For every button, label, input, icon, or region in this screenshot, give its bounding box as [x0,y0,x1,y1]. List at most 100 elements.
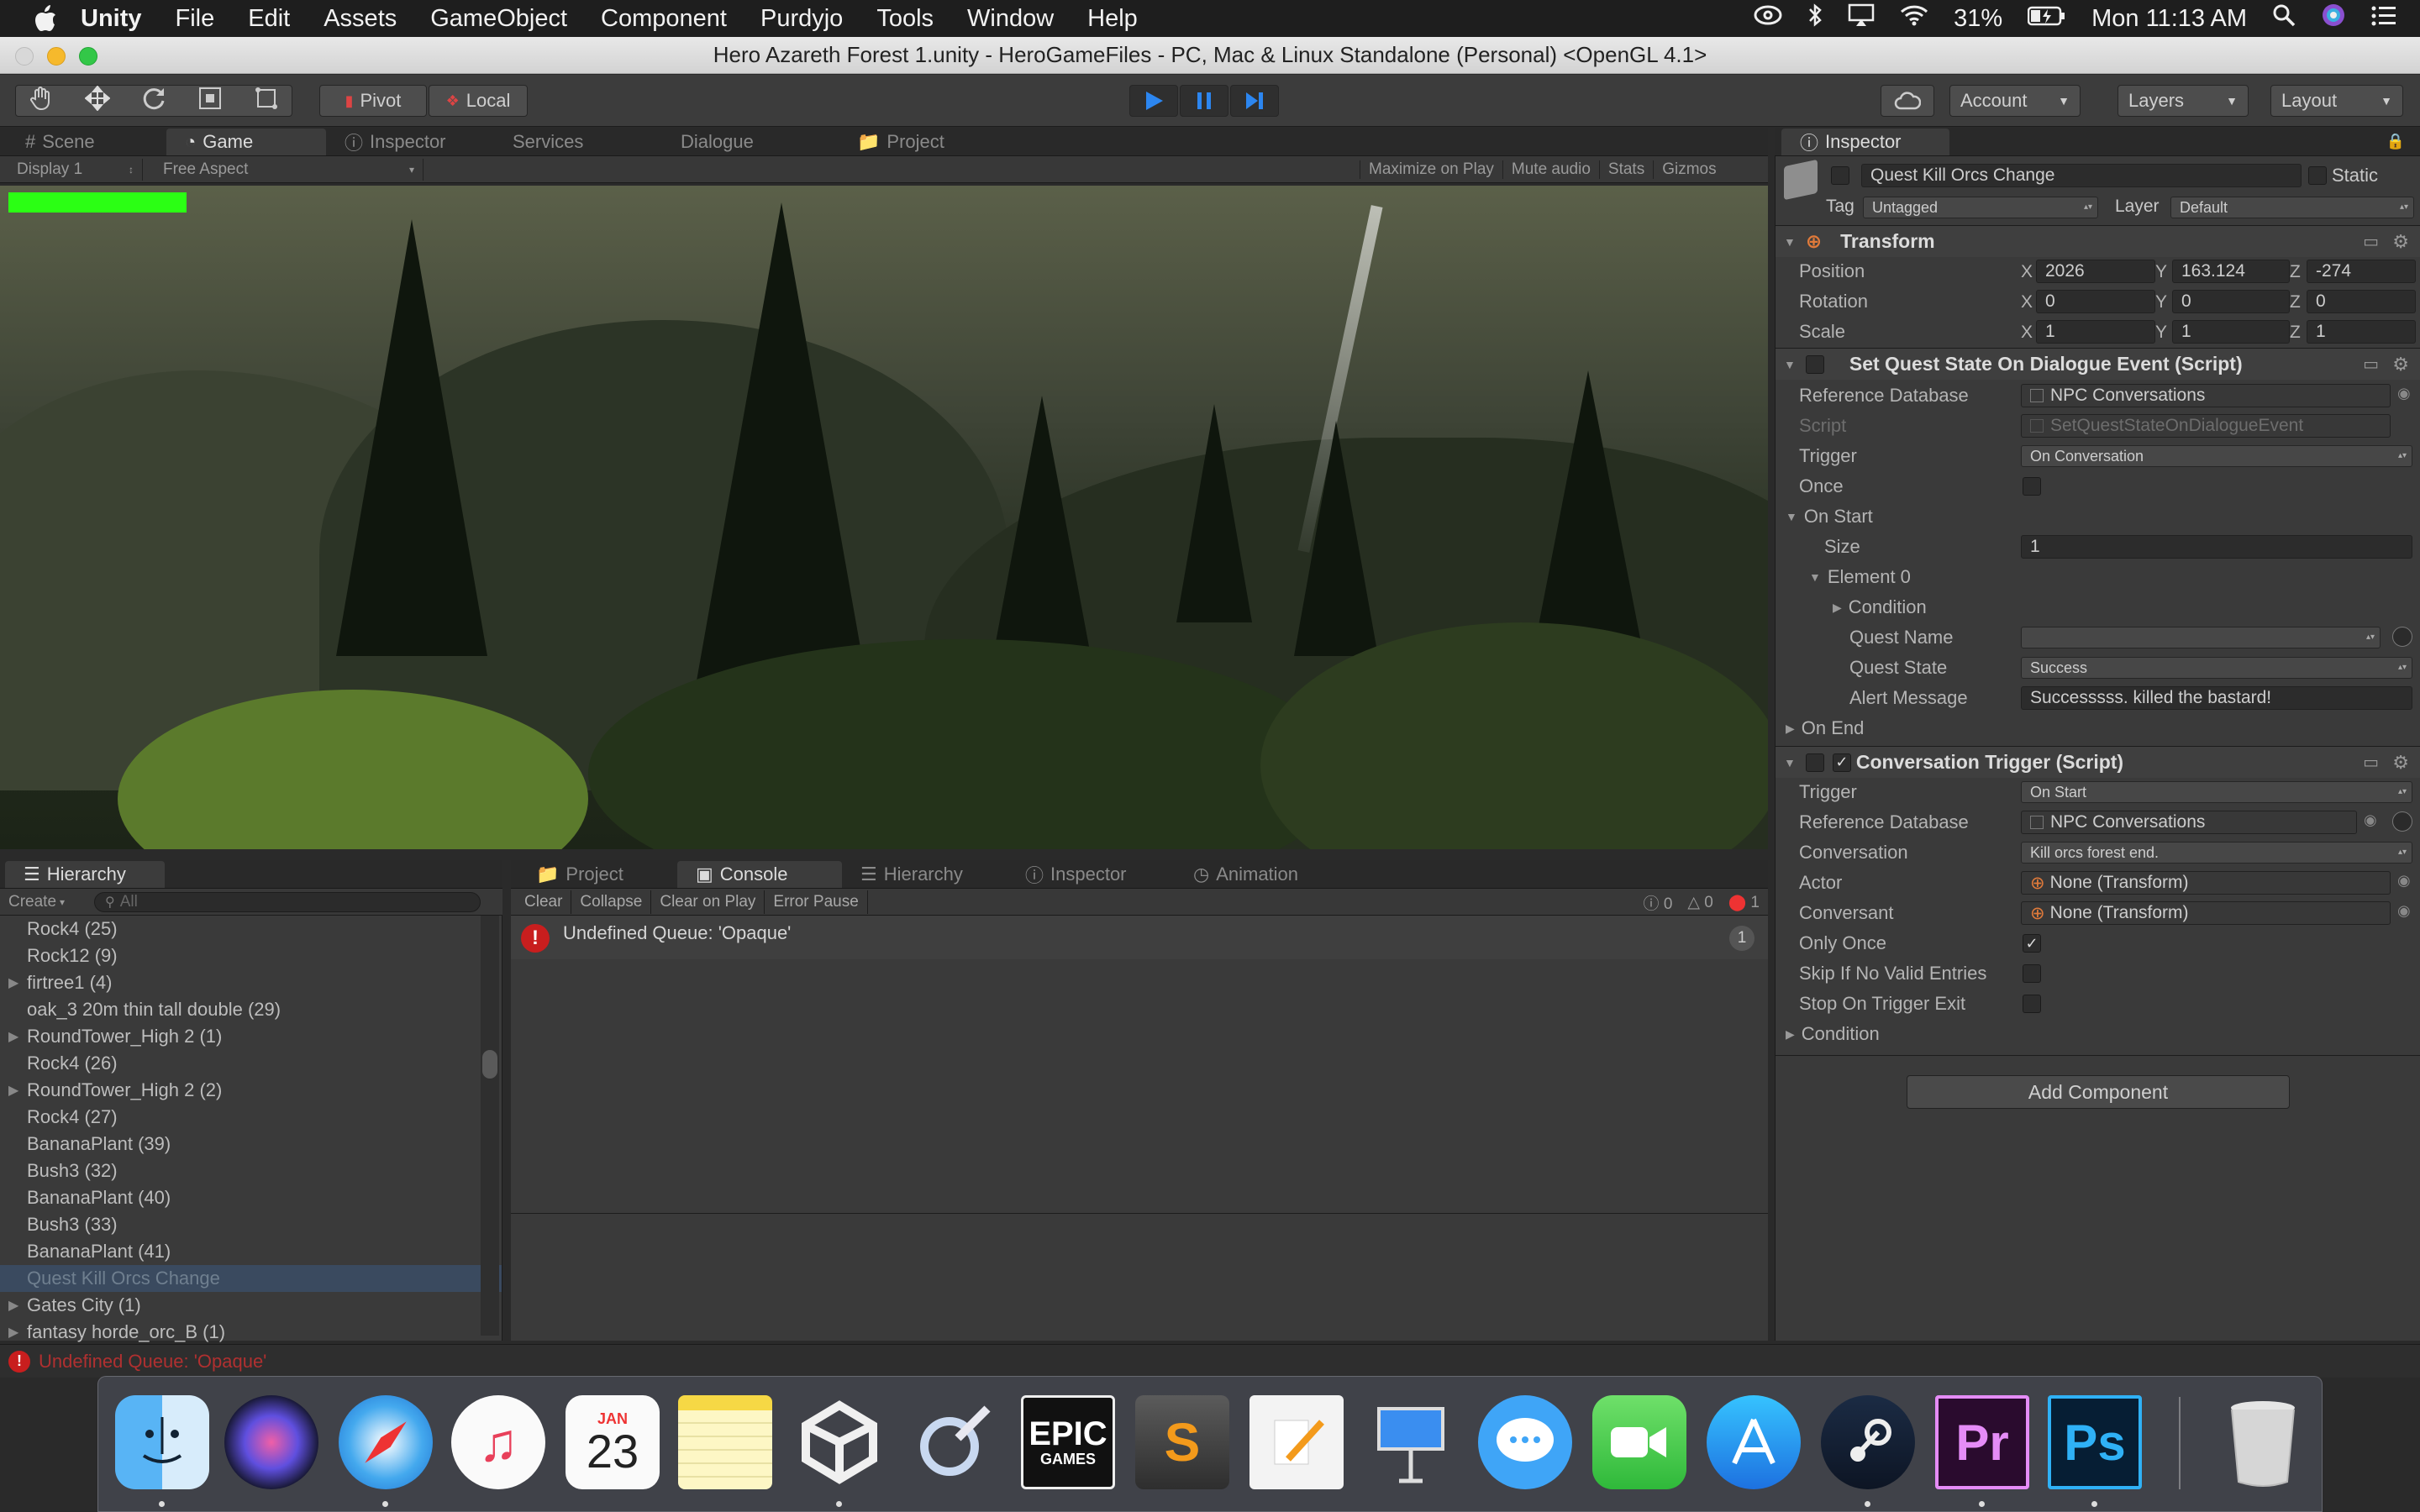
tab-inspector[interactable]: ⓘ Inspector [326,129,494,155]
keynote-icon[interactable] [1364,1395,1458,1489]
scrollbar-thumb[interactable] [482,1050,497,1079]
enabled-checkbox[interactable]: ✓ [1832,753,1851,772]
stop-on-trigger-exit-checkbox[interactable] [2023,995,2041,1013]
ct-trigger-dropdown[interactable]: On Start [2021,781,2412,803]
expand-arrow-icon[interactable]: ▶ [8,1082,18,1099]
foldout-arrow-right-icon[interactable]: ▶ [1786,1027,1795,1042]
menu-purdyjo[interactable]: Purdyjo [760,5,843,33]
set-quest-state-header[interactable]: ▼ Set Quest State On Dialogue Event (Scr… [1776,348,2420,380]
unity-app-icon[interactable] [792,1395,886,1489]
rotation-x-field[interactable]: 0 [2036,290,2155,313]
list-item[interactable]: Bush3 (32) [0,1158,502,1184]
on-start-foldout[interactable]: ▼ On Start [1786,502,1873,531]
scale-x-field[interactable]: 1 [2036,320,2155,344]
expand-arrow-icon[interactable]: ▶ [8,1297,18,1314]
list-item[interactable]: Bush3 (33) [0,1211,502,1238]
rotation-z-field[interactable]: 0 [2307,290,2416,313]
actor-field[interactable]: ⊕ None (Transform) [2021,871,2391,895]
only-once-checkbox[interactable]: ✓ [2023,934,2041,953]
messages-icon[interactable] [1478,1395,1572,1489]
list-item[interactable]: Rock4 (25) [0,916,502,942]
object-picker-icon[interactable]: ◉ [2397,385,2411,402]
log-toggle[interactable]: ⓘ 0 [1644,891,1673,914]
position-y-field[interactable]: 163.124 [2172,260,2290,283]
list-item[interactable]: ▶ RoundTower_High 2 (2) [0,1077,502,1104]
layout-dropdown[interactable]: Layout ▼ [2270,85,2403,117]
hierarchy-search-input[interactable]: ⚲ All [94,892,481,912]
quest-state-dropdown[interactable]: Success [2021,657,2412,679]
battery-charging-icon[interactable] [2027,5,2066,33]
object-name-field[interactable]: Quest Kill Orcs Change [1861,164,2302,187]
play-button[interactable] [1129,85,1178,117]
hand-tool-icon[interactable] [29,86,54,116]
airplay-icon[interactable] [1848,3,1875,34]
object-picker-icon[interactable]: ◉ [2364,811,2377,829]
object-picker-icon[interactable]: ◉ [2397,902,2411,920]
spotlight-search-icon[interactable] [2272,3,2296,34]
menu-file[interactable]: File [176,5,215,33]
app-store-icon[interactable] [1707,1395,1801,1489]
list-item[interactable]: BananaPlant (39) [0,1131,502,1158]
local-toggle[interactable]: ❖ Local [429,85,528,117]
list-item[interactable]: Rock4 (27) [0,1104,502,1131]
element-0-foldout[interactable]: ▼ Element 0 [1809,563,1911,591]
tab-inspector-main[interactable]: ⓘ Inspector [1781,129,1949,155]
menu-unity[interactable]: Unity [81,5,142,33]
foldout-arrow-right-icon[interactable]: ▶ [1833,601,1842,615]
calendar-icon[interactable]: JAN 23 [566,1395,660,1489]
wifi-icon[interactable] [1900,4,1928,33]
tab-console[interactable]: ▣ Console [677,861,842,888]
list-item[interactable]: oak_3 20m thin tall double (29) [0,996,502,1023]
foldout-arrow-icon[interactable]: ▼ [1786,510,1797,523]
gear-icon[interactable]: ⚙ [2392,752,2409,774]
unity-status-bar[interactable]: ! Undefined Queue: 'Opaque' [0,1344,2420,1378]
collapse-toggle[interactable]: Collapse [571,890,652,914]
error-toggle[interactable]: ⬤ 1 [1728,893,1760,912]
trash-icon[interactable] [2216,1395,2310,1489]
edit-app-icon[interactable] [907,1395,1001,1489]
notes-icon[interactable] [678,1395,772,1489]
list-item[interactable]: ▶ fantasy horde_orc_B (1) [0,1319,502,1346]
foldout-arrow-icon[interactable]: ▼ [1784,358,1796,371]
expand-arrow-icon[interactable]: ▶ [8,1028,18,1045]
help-book-icon[interactable]: ▭ [2363,354,2379,375]
trigger-dropdown[interactable]: On Conversation [2021,445,2412,467]
list-item[interactable]: Rock12 (9) [0,942,502,969]
account-dropdown[interactable]: Account ▼ [1949,85,2081,117]
creative-cloud-icon[interactable] [1754,4,1782,33]
layer-dropdown[interactable]: Default [2170,197,2414,218]
foldout-arrow-icon[interactable]: ▼ [1784,235,1796,249]
clear-on-play-toggle[interactable]: Clear on Play [651,890,765,914]
bluetooth-icon[interactable] [1807,3,1823,34]
static-checkbox[interactable] [2308,166,2327,185]
list-item[interactable]: ▶ firtree1 (4) [0,969,502,996]
gizmos-dropdown[interactable]: Gizmos [1653,160,1724,179]
ct-condition-foldout[interactable]: ▶ Condition [1786,1020,1880,1048]
premiere-pro-icon[interactable]: Pr [1935,1395,2029,1489]
facetime-icon[interactable] [1592,1395,1686,1489]
safari-icon[interactable] [339,1395,433,1489]
tab-hierarchy-bottom[interactable]: ☰ Hierarchy [842,861,1007,888]
menu-help[interactable]: Help [1087,5,1138,33]
maximize-on-play-toggle[interactable]: Maximize on Play [1360,160,1502,179]
tab-game[interactable]: ◔ Game [166,129,326,155]
size-field[interactable]: 1 [2021,535,2412,559]
quest-name-dropdown[interactable] [2021,627,2381,648]
foldout-arrow-icon[interactable]: ▼ [1784,756,1796,769]
pause-button[interactable] [1180,85,1228,117]
tab-animation[interactable]: ◷ Animation [1175,861,1343,888]
help-book-icon[interactable]: ▭ [2363,231,2379,252]
position-x-field[interactable]: 2026 [2036,260,2155,283]
scale-z-field[interactable]: 1 [2307,320,2416,344]
console-entry[interactable]: ! Undefined Queue: 'Opaque' 1 [511,916,1768,959]
notification-center-icon[interactable] [2371,5,2396,33]
conversant-field[interactable]: ⊕ None (Transform) [2021,901,2391,925]
siri-icon[interactable] [2321,3,2346,34]
scale-y-field[interactable]: 1 [2172,320,2290,344]
zoom-window-button[interactable] [79,47,97,66]
hierarchy-scrollbar[interactable] [481,916,499,1336]
lock-icon[interactable]: 🔒 [2386,133,2405,150]
expand-arrow-icon[interactable]: ▶ [8,1324,18,1341]
foldout-arrow-right-icon[interactable]: ▶ [1786,722,1795,736]
error-pause-toggle[interactable]: Error Pause [765,890,868,914]
